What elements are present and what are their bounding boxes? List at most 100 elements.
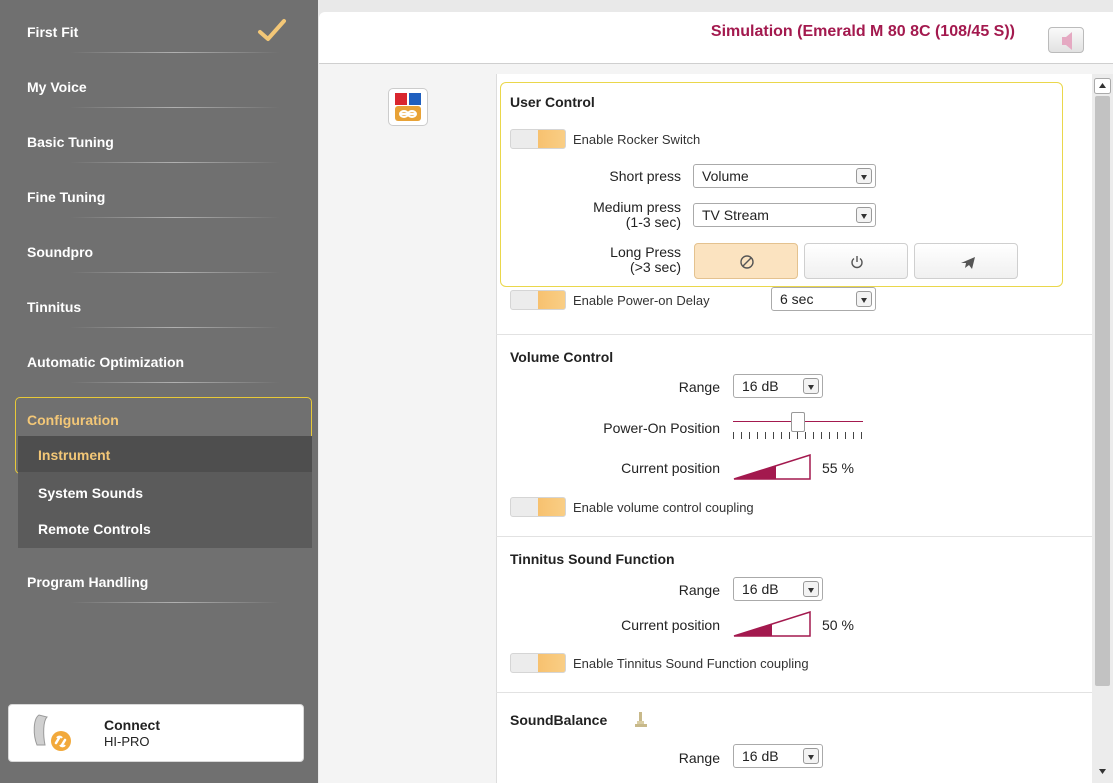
tinnitus-range-select[interactable]: 16 dB [733, 577, 823, 601]
simulation-title: Simulation (Emerald M 80 8C (108/45 S)) [710, 23, 1015, 40]
medium-press-label-line2: (1-3 sec) [625, 214, 681, 230]
tinnitus-coupling-toggle[interactable] [510, 653, 566, 673]
nav-divider [70, 107, 280, 108]
nav-divider [70, 272, 280, 273]
long-press-label-line1: Long Press [610, 244, 681, 260]
volume-current-position-label: Current position [621, 460, 720, 476]
nav-divider [70, 602, 280, 603]
volume-current-value: 55 % [822, 460, 854, 476]
header-bar: Simulation (Emerald M 80 8C (108/45 S)) [319, 12, 1113, 64]
link-sides-button[interactable] [388, 88, 428, 126]
power-on-position-label: Power-On Position [603, 420, 720, 436]
subnav-instrument[interactable]: Instrument [18, 436, 312, 472]
power-on-position-slider[interactable] [733, 408, 863, 440]
checkmark-icon [258, 19, 286, 41]
nav-fine-tuning-label: Fine Tuning [27, 189, 106, 205]
nav-my-voice-label: My Voice [27, 79, 87, 95]
nav-soundpro-label: Soundpro [27, 244, 94, 260]
none-icon [740, 255, 754, 269]
power-on-delay-value: 6 sec [780, 291, 814, 307]
volume-level-indicator [733, 454, 811, 480]
long-press-none-button[interactable] [694, 243, 798, 279]
nav-soundpro[interactable]: Soundpro [0, 220, 318, 275]
power-icon [851, 256, 863, 269]
rocker-switch-toggle[interactable] [510, 129, 566, 149]
power-on-delay-toggle[interactable] [510, 290, 566, 310]
volume-control-title: Volume Control [510, 349, 614, 365]
medium-press-label: Medium press (1-3 sec) [593, 200, 681, 230]
subnav-instrument-label: Instrument [38, 447, 111, 463]
scroll-down-icon[interactable] [1094, 763, 1111, 779]
nav-basic-tuning[interactable]: Basic Tuning [0, 110, 318, 165]
chevron-down-icon [856, 291, 872, 307]
nav-fine-tuning[interactable]: Fine Tuning [0, 165, 318, 220]
soundbalance-range-value: 16 dB [742, 748, 779, 764]
tinnitus-current-position-label: Current position [621, 617, 720, 633]
configuration-submenu: Instrument System Sounds Remote Controls [18, 436, 312, 548]
scroll-up-icon[interactable] [1094, 78, 1111, 94]
tinnitus-range-label: Range [678, 582, 720, 598]
soundbalance-info-icon[interactable] [634, 711, 648, 729]
nav-configuration[interactable]: Configuration [27, 412, 119, 428]
medium-press-value: TV Stream [702, 207, 769, 223]
chevron-down-icon [856, 207, 872, 223]
soundbalance-range-select[interactable]: 16 dB [733, 744, 823, 768]
rocker-switch-label: Enable Rocker Switch [573, 132, 701, 147]
section-divider [496, 334, 1092, 335]
nav-divider [70, 327, 280, 328]
short-press-label: Short press [609, 168, 681, 184]
soundbalance-range-label: Range [678, 750, 720, 766]
nav-automatic-optimization[interactable]: Automatic Optimization [0, 330, 318, 385]
section-divider [496, 692, 1092, 693]
volume-range-select[interactable]: 16 dB [733, 374, 823, 398]
volume-range-label: Range [678, 379, 720, 395]
user-control-title: User Control [510, 94, 595, 110]
vertical-scrollbar[interactable] [1092, 74, 1113, 783]
tinnitus-coupling-label: Enable Tinnitus Sound Function coupling [573, 656, 809, 671]
connect-button[interactable]: Connect HI-PRO [8, 704, 304, 762]
power-on-delay-select[interactable]: 6 sec [771, 287, 876, 311]
long-press-airplane-button[interactable] [914, 243, 1018, 279]
nav-divider [70, 162, 280, 163]
tinnitus-level-indicator [733, 611, 811, 637]
nav-first-fit-label: First Fit [27, 24, 79, 40]
nav-first-fit[interactable]: First Fit [0, 0, 318, 55]
soundbalance-title: SoundBalance [510, 712, 608, 728]
hearing-aid-link-icon [33, 714, 71, 751]
connect-device: HI-PRO [104, 734, 150, 749]
short-press-select[interactable]: Volume [693, 164, 876, 188]
nav-automatic-optimization-label: Automatic Optimization [27, 354, 185, 370]
link-sides-icon [395, 93, 421, 121]
power-on-delay-label: Enable Power-on Delay [573, 293, 710, 308]
long-press-label: Long Press (>3 sec) [610, 245, 681, 275]
volume-range-value: 16 dB [742, 378, 779, 394]
section-divider [496, 536, 1092, 537]
speaker-button[interactable] [1048, 27, 1084, 53]
short-press-value: Volume [702, 168, 749, 184]
nav-divider [70, 217, 280, 218]
chevron-down-icon [803, 378, 819, 394]
connect-title: Connect [104, 717, 160, 733]
nav-tinnitus[interactable]: Tinnitus [0, 275, 318, 330]
long-press-power-button[interactable] [804, 243, 908, 279]
scroll-thumb[interactable] [1095, 96, 1110, 686]
subnav-system-sounds[interactable]: System Sounds [18, 474, 312, 510]
slider-ticks [733, 432, 863, 439]
slider-thumb[interactable] [791, 412, 805, 432]
nav-divider [70, 52, 280, 53]
subnav-remote-controls[interactable]: Remote Controls [18, 510, 312, 546]
nav-my-voice[interactable]: My Voice [0, 55, 318, 110]
subnav-system-sounds-label: System Sounds [38, 485, 144, 501]
medium-press-select[interactable]: TV Stream [693, 203, 876, 227]
nav-program-handling-label: Program Handling [27, 574, 149, 590]
tinnitus-range-value: 16 dB [742, 581, 779, 597]
airplane-icon [961, 257, 975, 269]
medium-press-label-line1: Medium press [593, 199, 681, 215]
volume-coupling-label: Enable volume control coupling [573, 500, 754, 515]
sidebar: First Fit My Voice Basic Tuning Fine Tun… [0, 0, 318, 783]
nav-divider [70, 382, 280, 383]
chevron-down-icon [803, 581, 819, 597]
volume-coupling-toggle[interactable] [510, 497, 566, 517]
nav-program-handling[interactable]: Program Handling [0, 550, 318, 605]
nav-tinnitus-label: Tinnitus [27, 299, 82, 315]
